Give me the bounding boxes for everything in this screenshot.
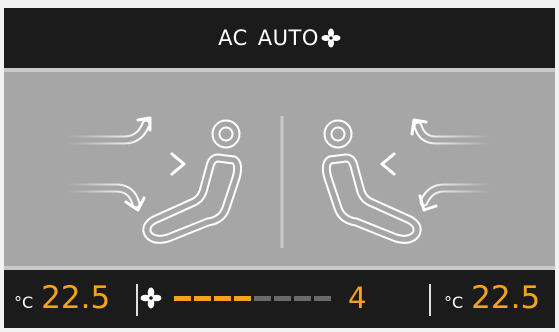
fan-speed-segment[interactable]	[314, 295, 331, 301]
fan-speed-segment[interactable]	[174, 295, 191, 301]
fan-speed-segment[interactable]	[294, 295, 311, 301]
bottom-control-bar: °C 22.5 4 °C 22.5	[4, 270, 555, 328]
right-temp-unit: °C	[444, 293, 464, 312]
airflow-panel	[4, 68, 555, 270]
left-airflow-arrows	[63, 116, 186, 212]
fan-speed-segment[interactable]	[274, 295, 291, 301]
fan-speed-segment[interactable]	[234, 295, 251, 301]
passenger-seat-icon	[321, 119, 422, 244]
left-temp-value[interactable]: 22.5	[41, 280, 110, 316]
left-zone-temperature[interactable]: °C 22.5	[14, 280, 110, 316]
fan-speed-segment[interactable]	[194, 295, 211, 301]
right-zone-temperature[interactable]: °C 22.5	[444, 280, 540, 316]
driver-seat-icon	[142, 119, 243, 244]
auto-indicator[interactable]: AUTO	[258, 26, 319, 50]
right-separator	[429, 284, 431, 316]
climate-screen: AC AUTO °C 22.5 4 °C 22.5	[4, 8, 555, 328]
right-airflow-arrows	[379, 118, 495, 212]
left-temp-unit: °C	[14, 293, 34, 312]
left-separator	[136, 284, 138, 316]
fan-speed-value: 4	[348, 281, 367, 315]
fan-icon	[321, 28, 341, 48]
fan-speed-segment[interactable]	[214, 295, 231, 301]
top-status-bar: AC AUTO	[4, 8, 555, 68]
fan-speed-segment[interactable]	[254, 295, 271, 301]
fan-speed-control[interactable]: 4	[140, 280, 366, 316]
right-temp-value[interactable]: 22.5	[471, 280, 540, 316]
fan-speed-segments[interactable]	[174, 295, 334, 301]
ac-indicator[interactable]: AC	[218, 26, 248, 50]
fan-icon	[140, 287, 162, 309]
